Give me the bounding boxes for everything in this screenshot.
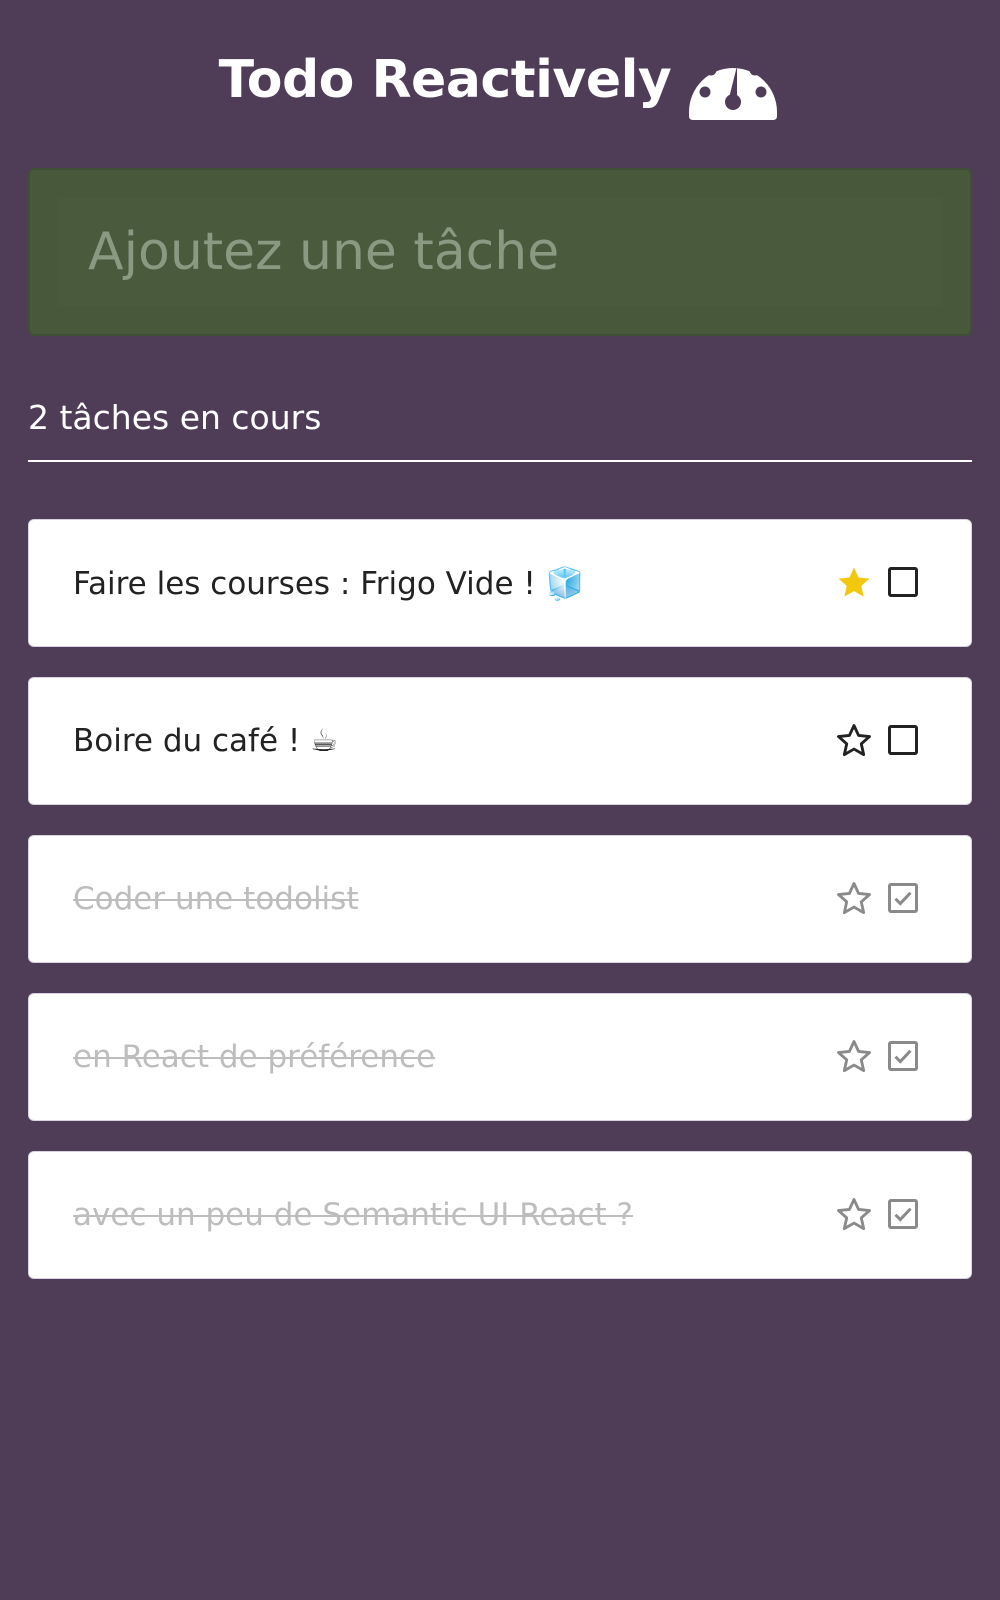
divider (28, 460, 972, 462)
checkbox-unchecked-icon[interactable] (885, 722, 921, 758)
app-header: Todo Reactively (28, 40, 972, 120)
task-label: Faire les courses : Frigo Vide ! 🧊 (73, 565, 585, 602)
task-label: avec un peu de Semantic UI React ? (73, 1197, 633, 1233)
task-label: Boire du café ! ☕ (73, 723, 338, 759)
task-item: Faire les courses : Frigo Vide ! 🧊 (28, 519, 972, 647)
task-item: avec un peu de Semantic UI React ? (28, 1151, 972, 1279)
task-label: en React de préférence (73, 1039, 436, 1075)
task-item: en React de préférence (28, 993, 972, 1121)
checkbox-checked-icon[interactable] (885, 880, 921, 916)
star-outline-icon[interactable] (835, 1038, 873, 1076)
task-label: Coder une todolist (73, 881, 359, 917)
checkbox-checked-icon[interactable] (885, 1038, 921, 1074)
dashboard-gauge-icon (685, 40, 781, 120)
star-outline-icon[interactable] (835, 880, 873, 918)
star-outline-icon[interactable] (835, 1196, 873, 1234)
star-outline-icon[interactable] (835, 722, 873, 760)
checkbox-unchecked-icon[interactable] (885, 564, 921, 600)
task-item: Boire du café ! ☕ (28, 677, 972, 805)
app-title: Todo Reactively (218, 50, 672, 110)
new-task-input-container (28, 168, 972, 336)
checkbox-checked-icon[interactable] (885, 1196, 921, 1232)
task-counter: 2 tâches en cours (28, 398, 322, 437)
star-filled-icon[interactable] (835, 564, 873, 602)
new-task-input[interactable] (58, 198, 944, 306)
task-item: Coder une todolist (28, 835, 972, 963)
